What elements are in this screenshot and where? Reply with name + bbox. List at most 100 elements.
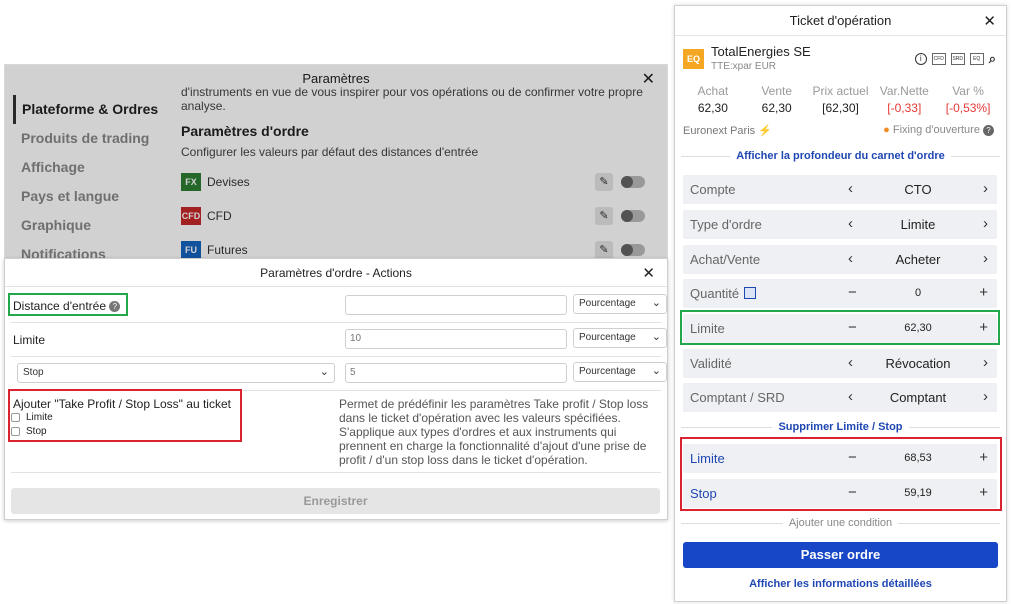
chevron-right-icon[interactable]: › — [983, 354, 988, 371]
chevron-down-icon: ⌄ — [319, 366, 329, 378]
nav-item-trading-products[interactable]: Produits de trading — [13, 124, 173, 153]
chevron-down-icon: ⌄ — [651, 365, 661, 377]
edit-pencil-icon[interactable]: ✎ — [595, 207, 613, 225]
fixing-label: Fixing d'ouverture — [892, 124, 980, 136]
chevron-left-icon[interactable]: ‹ — [848, 388, 853, 405]
quote-value: 62,30 — [697, 101, 728, 115]
chevron-left-icon[interactable]: ‹ — [848, 354, 853, 371]
buy-sell-row: Achat/Vente ‹ Acheter › — [683, 245, 997, 274]
quote-grid: Achat 62,30 Vente 62,30 Prix actuel [62,… — [681, 84, 1000, 115]
show-details-link[interactable]: Afficher les informations détaillées — [675, 578, 1006, 590]
quantity-row: Quantité − 0 + — [683, 279, 997, 308]
quote-net-change: Var.Nette [-0,33] — [872, 84, 936, 115]
settings-main: d'instruments en vue de vous inspirer po… — [181, 85, 647, 267]
nav-item-platform-orders[interactable]: Plateforme & Ordres — [13, 95, 173, 124]
equity-badge-icon: EQ — [683, 49, 704, 69]
row-label: Type d'ordre — [690, 217, 762, 232]
quote-head: Vente — [761, 84, 793, 98]
actions-close-icon[interactable]: ✕ — [642, 264, 655, 282]
instrument-name: TotalEnergies SE — [711, 44, 811, 59]
limit-unit-select[interactable]: Pourcentage ⌄ — [573, 328, 667, 348]
cash-srd-row: Comptant / SRD ‹ Comptant › — [683, 383, 997, 412]
edit-pencil-icon[interactable]: ✎ — [595, 173, 613, 191]
save-button[interactable]: Enregistrer — [11, 488, 660, 514]
quote-bid: Achat 62,30 — [681, 84, 745, 115]
validity-row: Validité ‹ Révocation › — [683, 349, 997, 378]
stop-type-select[interactable]: Stop ⌄ — [17, 363, 335, 383]
quote-head: Achat — [697, 84, 729, 98]
quantity-value[interactable]: 0 — [863, 287, 973, 299]
settings-nav: Plateforme & Ordres Produits de trading … — [13, 95, 173, 269]
info-icon[interactable]: i — [914, 53, 927, 65]
nav-item-country-language[interactable]: Pays et langue — [13, 182, 173, 211]
instrument-toggle[interactable] — [621, 210, 645, 222]
chevron-right-icon[interactable]: › — [983, 388, 988, 405]
instrument-row-fx: FX Devises ✎ — [181, 165, 647, 199]
highlight-frame-red — [8, 389, 242, 442]
futures-badge-icon: FU — [181, 241, 201, 259]
quote-value: 62,30 — [761, 101, 792, 115]
quantity-label: Quantité — [690, 286, 740, 301]
search-icon[interactable]: ⌕ — [989, 51, 996, 67]
row-label: Quantité — [690, 286, 757, 301]
eq-icon[interactable]: EQ — [969, 53, 984, 65]
add-condition-row: Ajouter une condition — [681, 517, 1000, 529]
instrument-toggle[interactable] — [621, 244, 645, 256]
highlight-frame-green — [8, 293, 128, 316]
actions-modal-title: Paramètres d'ordre - Actions — [5, 259, 667, 287]
chevron-right-icon[interactable]: › — [983, 180, 988, 197]
edit-pencil-icon[interactable]: ✎ — [595, 241, 613, 259]
quote-head: Var.Nette — [879, 84, 929, 98]
calculator-icon[interactable] — [744, 287, 757, 299]
nav-item-display[interactable]: Affichage — [13, 153, 173, 182]
row-label: Comptant / SRD — [690, 390, 785, 405]
order-params-heading: Paramètres d'ordre — [181, 123, 309, 139]
limit-row: Limite 10 Pourcentage ⌄ — [11, 323, 667, 357]
add-condition-link[interactable]: Ajouter une condition — [782, 517, 899, 529]
quote-last: Prix actuel [62,30] — [809, 84, 873, 115]
distance-unit-value: Pourcentage — [579, 298, 636, 309]
chevron-left-icon[interactable]: ‹ — [848, 250, 853, 267]
help-icon[interactable]: ? — [983, 125, 994, 136]
remove-limit-stop-link[interactable]: Supprimer Limite / Stop — [772, 421, 909, 433]
chevron-right-icon[interactable]: › — [983, 250, 988, 267]
row-value: Limite — [900, 217, 936, 232]
distance-input[interactable] — [345, 295, 567, 315]
instrument-toggle[interactable] — [621, 176, 645, 188]
nav-item-chart[interactable]: Graphique — [13, 211, 173, 240]
fx-badge-icon: FX — [181, 173, 201, 191]
stop-unit-select[interactable]: Pourcentage ⌄ — [573, 362, 667, 382]
remove-limit-stop-row: Supprimer Limite / Stop — [681, 421, 1000, 433]
chevron-left-icon[interactable]: ‹ — [848, 215, 853, 232]
limit-input[interactable]: 10 — [345, 329, 567, 349]
limit-unit-value: Pourcentage — [579, 332, 636, 343]
plus-icon[interactable]: + — [979, 284, 988, 301]
ticket-title: Ticket d'opération — [675, 6, 1006, 36]
tp-sl-description: Permet de prédéfinir les paramètres Take… — [339, 397, 649, 467]
highlight-frame-green — [680, 310, 1000, 345]
status-dot-icon: ● — [883, 124, 890, 136]
place-order-button[interactable]: Passer ordre — [683, 542, 998, 568]
instrument-label: Futures — [207, 243, 248, 257]
cfd-badge-icon: CFD — [181, 207, 201, 225]
chevron-left-icon[interactable]: ‹ — [848, 180, 853, 197]
highlight-frame-red — [680, 437, 1002, 511]
minus-icon[interactable]: − — [848, 284, 857, 301]
limit-label: Limite — [13, 333, 46, 347]
chevron-down-icon: ⌄ — [651, 297, 661, 309]
cfd-icon[interactable]: CFD — [931, 53, 946, 65]
instrument-row-cfd: CFD CFD ✎ — [181, 199, 647, 233]
stop-unit-value: Pourcentage — [579, 366, 636, 377]
stop-input[interactable]: 5 — [345, 363, 567, 383]
instrument-label: Devises — [207, 175, 250, 189]
distance-unit-select[interactable]: Pourcentage ⌄ — [573, 294, 667, 314]
row-value: CTO — [904, 182, 932, 197]
srd-icon[interactable]: SRD — [950, 53, 965, 65]
ticket-close-icon[interactable]: ✕ — [983, 12, 996, 30]
instrument-label: CFD — [207, 209, 232, 223]
order-book-depth-link[interactable]: Afficher la profondeur du carnet d'ordre — [730, 150, 951, 162]
chevron-right-icon[interactable]: › — [983, 215, 988, 232]
quote-pct-change: Var % [-0,53%] — [936, 84, 1000, 115]
quote-head: Prix actuel — [812, 84, 869, 98]
instrument-icons: i CFD SRD EQ ⌕ — [914, 51, 996, 67]
